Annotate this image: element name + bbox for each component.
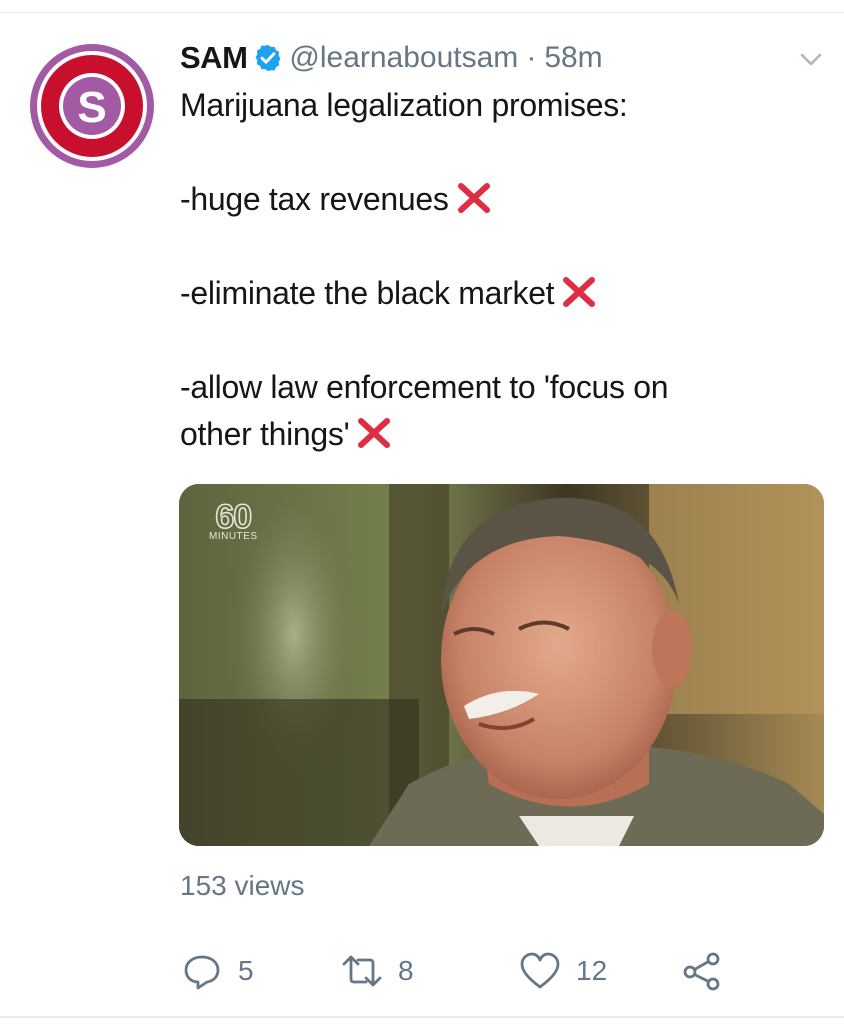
tweet-line: Marijuana legalization promises:	[180, 87, 628, 123]
video-logo: 60 MINUTES	[209, 498, 258, 542]
tweet-line: -huge tax revenues	[180, 176, 800, 223]
timestamp[interactable]: 58m	[544, 41, 602, 75]
share-icon	[683, 952, 720, 991]
reply-count: 5	[238, 955, 254, 986]
video-logo-sub: MINUTES	[209, 531, 258, 542]
tweet-line: -eliminate the black market	[180, 270, 800, 317]
retweet-button[interactable]: 8	[340, 948, 414, 994]
video-logo-number: 60	[215, 498, 253, 536]
cross-mark-emoji-icon	[563, 277, 596, 307]
separator-dot: ·	[526, 41, 537, 74]
bottom-divider	[0, 1016, 844, 1018]
avatar[interactable]: S	[28, 42, 156, 170]
tweet-header: SAM @learnaboutsam · 58m	[180, 38, 603, 78]
heart-icon	[520, 952, 560, 989]
tweet-line: -allow law enforcement to 'focus on	[180, 369, 669, 405]
like-button[interactable]: 12	[518, 948, 607, 994]
reply-icon	[184, 955, 220, 990]
tweet-text: Marijuana legalization promises: -huge t…	[180, 82, 800, 458]
author-name[interactable]: SAM	[180, 40, 248, 76]
retweet-icon	[342, 955, 382, 987]
verified-badge-icon	[255, 44, 281, 72]
view-count: 153 views	[180, 870, 305, 901]
avatar-letter: S	[77, 83, 106, 132]
reply-button[interactable]: 5	[180, 948, 254, 994]
video-thumbnail	[179, 484, 824, 846]
cross-mark-emoji-icon	[358, 418, 391, 448]
top-divider	[0, 12, 844, 13]
retweet-count: 8	[398, 955, 414, 986]
chevron-down-icon[interactable]	[794, 44, 828, 74]
cross-mark-emoji-icon	[457, 183, 490, 213]
tweet-line: other things'	[180, 411, 800, 458]
author-handle[interactable]: @learnaboutsam	[289, 41, 518, 75]
share-button[interactable]	[680, 948, 724, 994]
video-media[interactable]: 60 MINUTES	[179, 484, 824, 846]
like-count: 12	[576, 955, 608, 986]
